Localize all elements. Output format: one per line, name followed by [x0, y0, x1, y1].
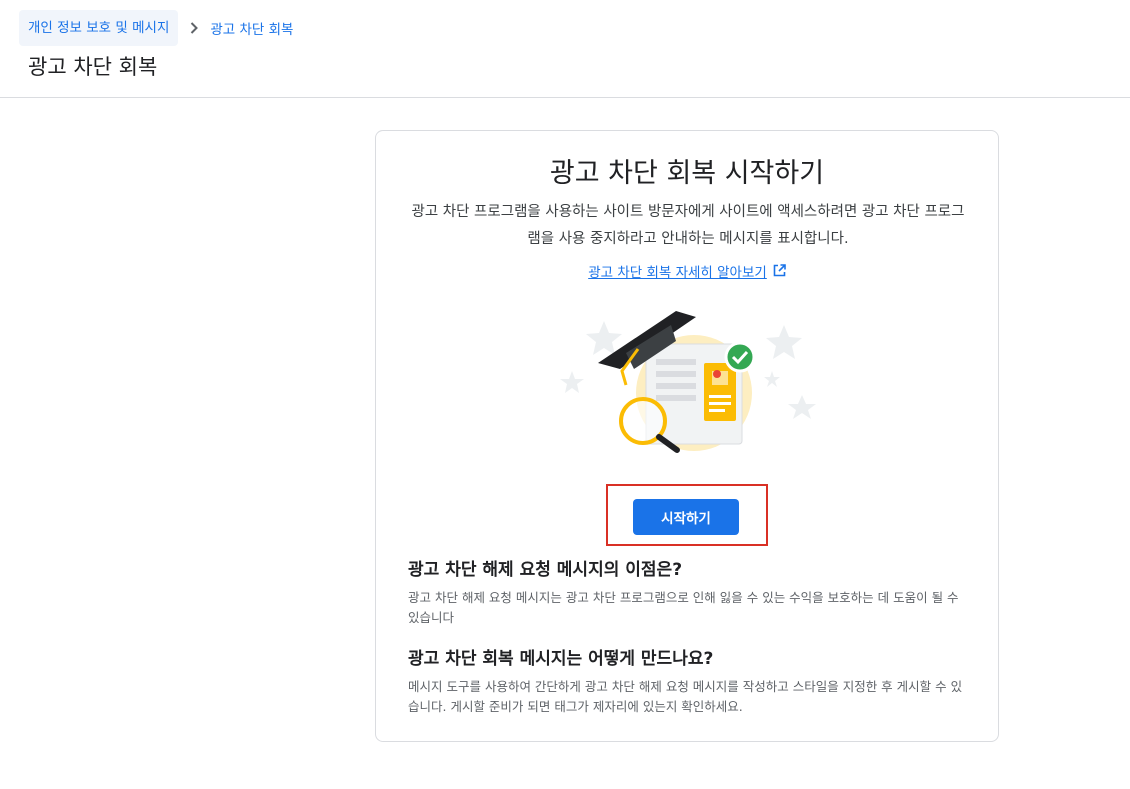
- page-header: 개인 정보 보호 및 메시지 광고 차단 회복 광고 차단 회복: [0, 0, 1130, 98]
- page-title: 광고 차단 회복: [28, 55, 158, 79]
- card-title: 광고 차단 회복 시작하기: [549, 158, 825, 189]
- graduation-cap-document-illustration: [546, 309, 826, 459]
- open-in-new-icon[interactable]: [773, 262, 786, 281]
- getting-started-card: 광고 차단 회복 시작하기 광고 차단 프로그램을 사용하는 사이트 방문자에게…: [375, 130, 999, 742]
- faq-question-benefits: 광고 차단 해제 요청 메시지의 이점은?: [408, 560, 683, 580]
- breadcrumb-ad-block-recovery[interactable]: 광고 차단 회복: [210, 18, 293, 38]
- breadcrumb: 개인 정보 보호 및 메시지 광고 차단 회복: [19, 10, 293, 46]
- card-description: 광고 차단 프로그램을 사용하는 사이트 방문자에게 사이트에 액세스하려면 광…: [411, 204, 965, 247]
- start-button[interactable]: 시작하기: [633, 499, 739, 535]
- chevron-right-icon: [182, 16, 206, 40]
- faq-question-how-to-create: 광고 차단 회복 메시지는 어떻게 만드나요?: [408, 649, 714, 669]
- learn-more-link[interactable]: 광고 차단 회복 자세히 알아보기: [588, 261, 767, 281]
- faq-answer-how-to-create: 메시지 도구를 사용하여 간단하게 광고 차단 해제 요청 메시지를 작성하고 …: [408, 679, 963, 714]
- learn-more-container: 광고 차단 회복 자세히 알아보기: [376, 261, 998, 281]
- breadcrumb-privacy-messaging[interactable]: 개인 정보 보호 및 메시지: [19, 10, 179, 46]
- faq-answer-benefits: 광고 차단 해제 요청 메시지는 광고 차단 프로그램으로 인해 잃을 수 있는…: [408, 590, 959, 625]
